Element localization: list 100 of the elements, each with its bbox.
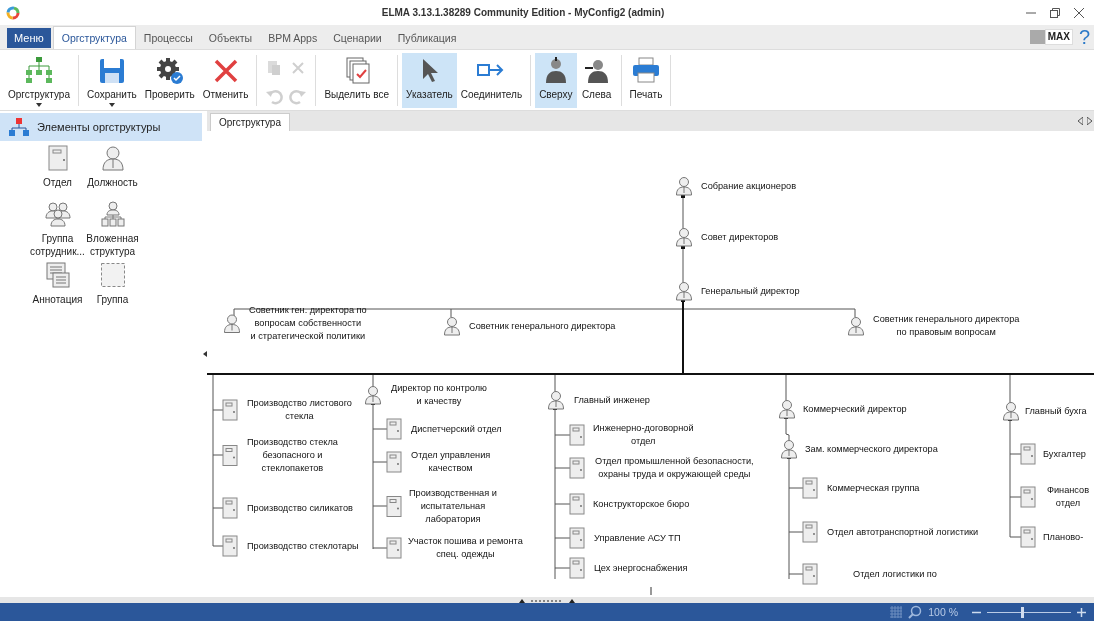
person-icon[interactable]: [547, 390, 565, 410]
department-label: Отдел автотранспортной логистики: [827, 525, 979, 539]
person-icon: [99, 145, 126, 171]
department-label: Инженерно-договорной отдел: [593, 422, 694, 448]
department-label: Отдел промышленной безопасности, охраны труда и окружающей среды: [595, 455, 754, 481]
scroll-right-icon[interactable]: [1087, 117, 1092, 125]
person-icon[interactable]: [675, 227, 693, 247]
ribbon-button[interactable]: Соединитель: [456, 53, 527, 108]
toolbox-item[interactable]: Аннотация: [30, 262, 85, 314]
door-icon[interactable]: [386, 418, 402, 440]
position-label: Директор по контролю и качеству: [391, 382, 487, 408]
splitter-handle-icon[interactable]: [517, 597, 577, 603]
position-label: Советник ген. директора по вопросам собственности и стратегической политики: [249, 303, 367, 343]
ribbon-button[interactable]: Выделить все: [320, 53, 394, 108]
position-label: Генеральный директор: [701, 284, 800, 298]
collapse-arrow-icon[interactable]: [202, 351, 207, 357]
window-title: ELMA 3.13.1.38289 Community Edition - MyConfig2 (admin): [380, 7, 666, 18]
department-label: Коммерческая группа: [827, 481, 920, 495]
ribbon-tab[interactable]: BPM Apps: [260, 26, 326, 49]
people-group-icon: [44, 201, 71, 227]
ribbon-button[interactable]: Слева: [576, 53, 617, 108]
door-icon[interactable]: [802, 477, 818, 499]
person-icon[interactable]: [1002, 401, 1020, 421]
ribbon-tab[interactable]: Публикация: [389, 26, 465, 49]
zoom-in-icon[interactable]: [1077, 607, 1086, 617]
grid-icon[interactable]: [890, 606, 903, 618]
ribbon-tab[interactable]: Процессы: [135, 26, 201, 49]
ribbon-tab[interactable]: Объекты: [200, 26, 261, 49]
department-label: Участок пошива и ремонта спец. одежды: [408, 535, 523, 561]
scroll-left-icon[interactable]: [1078, 117, 1083, 125]
department-label: Цех энергоснабжения: [594, 561, 688, 575]
position-label: Советник генерального директора по правовым вопросам: [873, 313, 1020, 339]
ribbon-button[interactable]: Сверху: [535, 53, 577, 108]
department-label: Финансов отдел: [1047, 484, 1090, 510]
department-label: Производство листового стекла: [247, 397, 352, 423]
person-icon[interactable]: [675, 176, 693, 196]
door-icon[interactable]: [386, 451, 402, 473]
zoom-icon[interactable]: [908, 605, 923, 619]
door-icon[interactable]: [222, 497, 238, 519]
door-icon[interactable]: [569, 457, 585, 479]
door-icon[interactable]: [569, 527, 585, 549]
person-icon[interactable]: [778, 399, 796, 419]
position-label: Зам. коммерческого директора: [805, 442, 938, 456]
ribbon-tab[interactable]: Оргструктура: [52, 26, 136, 49]
door-icon[interactable]: [569, 493, 585, 515]
department-label: Производственная и испытательная лаборатория: [409, 486, 497, 526]
position-label: Коммерческий директор: [803, 402, 907, 416]
door-icon[interactable]: [222, 535, 238, 557]
position-label: Совет директоров: [701, 230, 779, 244]
door-icon[interactable]: [386, 495, 402, 517]
ribbon-button[interactable]: Печать: [625, 53, 667, 108]
note-icon: [44, 262, 71, 288]
toolbox-item[interactable]: Отдел: [30, 145, 85, 197]
department-label: Конструкторское бюро: [593, 497, 690, 511]
position-label: Главный бухга: [1025, 404, 1087, 418]
toolbox-item[interactable]: Должность: [85, 145, 140, 197]
person-icon[interactable]: [223, 313, 241, 333]
door-icon[interactable]: [222, 444, 238, 466]
toolbox-item[interactable]: Группа: [85, 262, 140, 314]
org-chart-icon: [23, 55, 55, 85]
ribbon-tab[interactable]: Сценарии: [325, 26, 390, 49]
door-icon[interactable]: [569, 424, 585, 446]
zoom-level: 100 %: [928, 606, 958, 618]
door-icon[interactable]: [222, 399, 238, 421]
slider-thumb[interactable]: [1021, 606, 1025, 618]
person-icon[interactable]: [443, 316, 461, 336]
ribbon-button[interactable]: Сохранить: [83, 53, 141, 108]
door-icon[interactable]: [802, 563, 818, 585]
menu-button[interactable]: Меню: [7, 28, 51, 48]
toolbox-item[interactable]: Группа сотрудник...: [30, 201, 85, 258]
department-label: Диспетчерский отдел: [411, 422, 502, 436]
ribbon-button[interactable]: Отменить: [198, 53, 253, 108]
door-icon[interactable]: [569, 557, 585, 579]
close-icon[interactable]: [1074, 7, 1084, 18]
department-label: Отдел логистики по: [853, 567, 937, 581]
person-icon[interactable]: [675, 281, 693, 301]
ribbon-button[interactable]: Указатель: [402, 53, 457, 108]
document-tab[interactable]: Оргструктура: [210, 113, 290, 131]
door-icon[interactable]: [1020, 443, 1036, 465]
department-label: Отдел управления качеством: [411, 449, 491, 475]
scrollbar-thumb[interactable]: [649, 587, 652, 595]
door-icon[interactable]: [1020, 526, 1036, 548]
department-label: Бухгалтер: [1043, 447, 1086, 461]
ribbon-button[interactable]: Проверить: [140, 53, 199, 108]
app-logo-icon: [6, 5, 20, 20]
person-icon[interactable]: [364, 385, 382, 405]
restore-icon[interactable]: [1050, 7, 1060, 18]
toolbox-item[interactable]: Вложенная структура: [85, 201, 140, 258]
department-label: Производство силикатов: [247, 501, 353, 515]
position-label: Главный инженер: [574, 393, 650, 407]
door-icon[interactable]: [386, 537, 402, 559]
door-icon[interactable]: [802, 521, 818, 543]
person-icon[interactable]: [780, 439, 798, 459]
department-label: Производство стекла безопасного и стеклопакетов: [247, 435, 338, 475]
department-label: Планово-: [1043, 530, 1084, 544]
help-button[interactable]: ?: [1078, 27, 1090, 47]
ribbon-button[interactable]: Оргструктура: [4, 53, 74, 108]
nested-structure-icon: [99, 201, 126, 227]
person-icon[interactable]: [847, 316, 865, 336]
door-icon[interactable]: [1020, 486, 1036, 508]
